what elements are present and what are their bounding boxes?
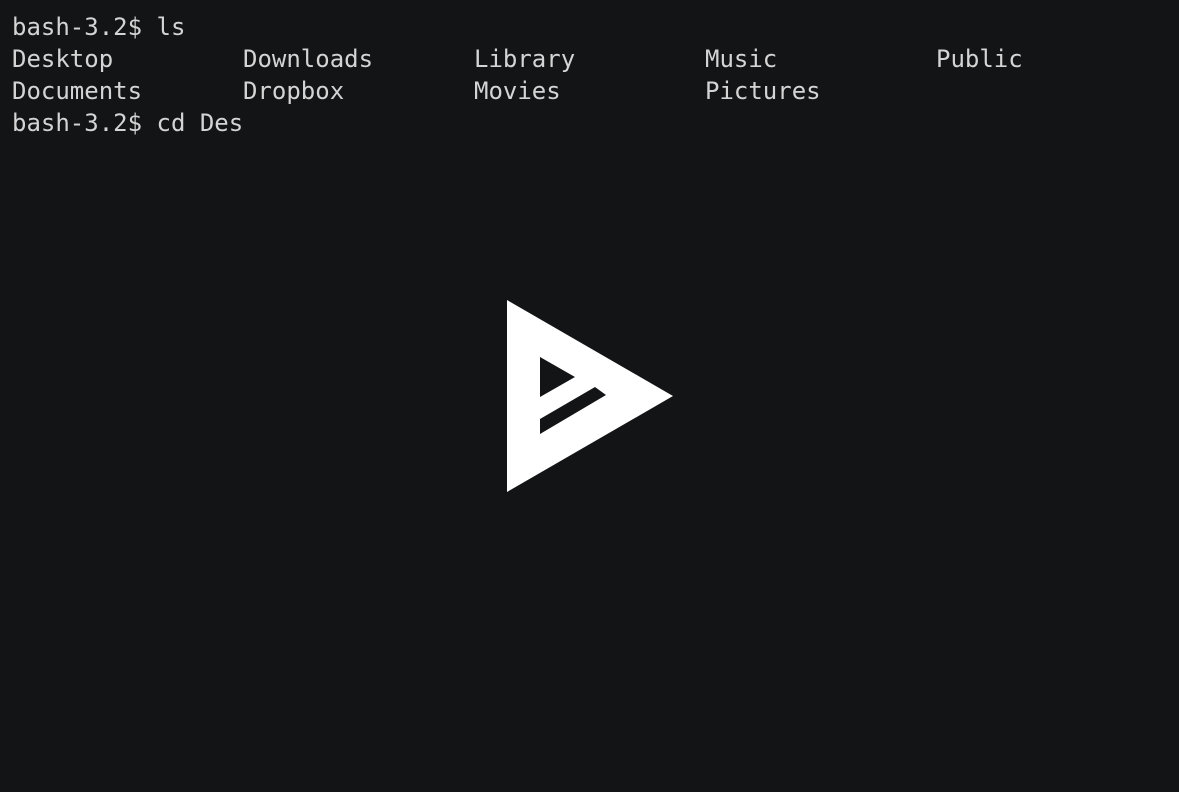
directory-entry: Public — [936, 45, 1023, 73]
directory-entry: Desktop — [12, 45, 114, 73]
directory-entry: Documents — [12, 77, 143, 105]
directory-entry: Downloads — [243, 45, 374, 73]
terminal-window[interactable]: bash-3.2$ ls Desktop Downloads Library M… — [0, 0, 1179, 792]
ls-output-row: Documents Dropbox Movies Pictures — [12, 75, 821, 107]
prompt: bash-3.2$ — [12, 109, 143, 137]
command-text: ls — [156, 13, 186, 41]
directory-entry: Movies — [474, 77, 561, 105]
directory-entry: Library — [474, 45, 576, 73]
asciinema-play-logo-icon[interactable] — [507, 300, 673, 492]
ls-output-row: Desktop Downloads Library Music Public — [12, 43, 1023, 75]
directory-entry: Pictures — [705, 77, 821, 105]
command-line-ls: bash-3.2$ ls — [12, 11, 185, 43]
command-line-cd[interactable]: bash-3.2$ cd Des — [12, 107, 243, 139]
prompt: bash-3.2$ — [12, 13, 143, 41]
command-input-text[interactable]: cd Des — [157, 109, 244, 137]
directory-entry: Dropbox — [243, 77, 345, 105]
directory-entry: Music — [705, 45, 778, 73]
